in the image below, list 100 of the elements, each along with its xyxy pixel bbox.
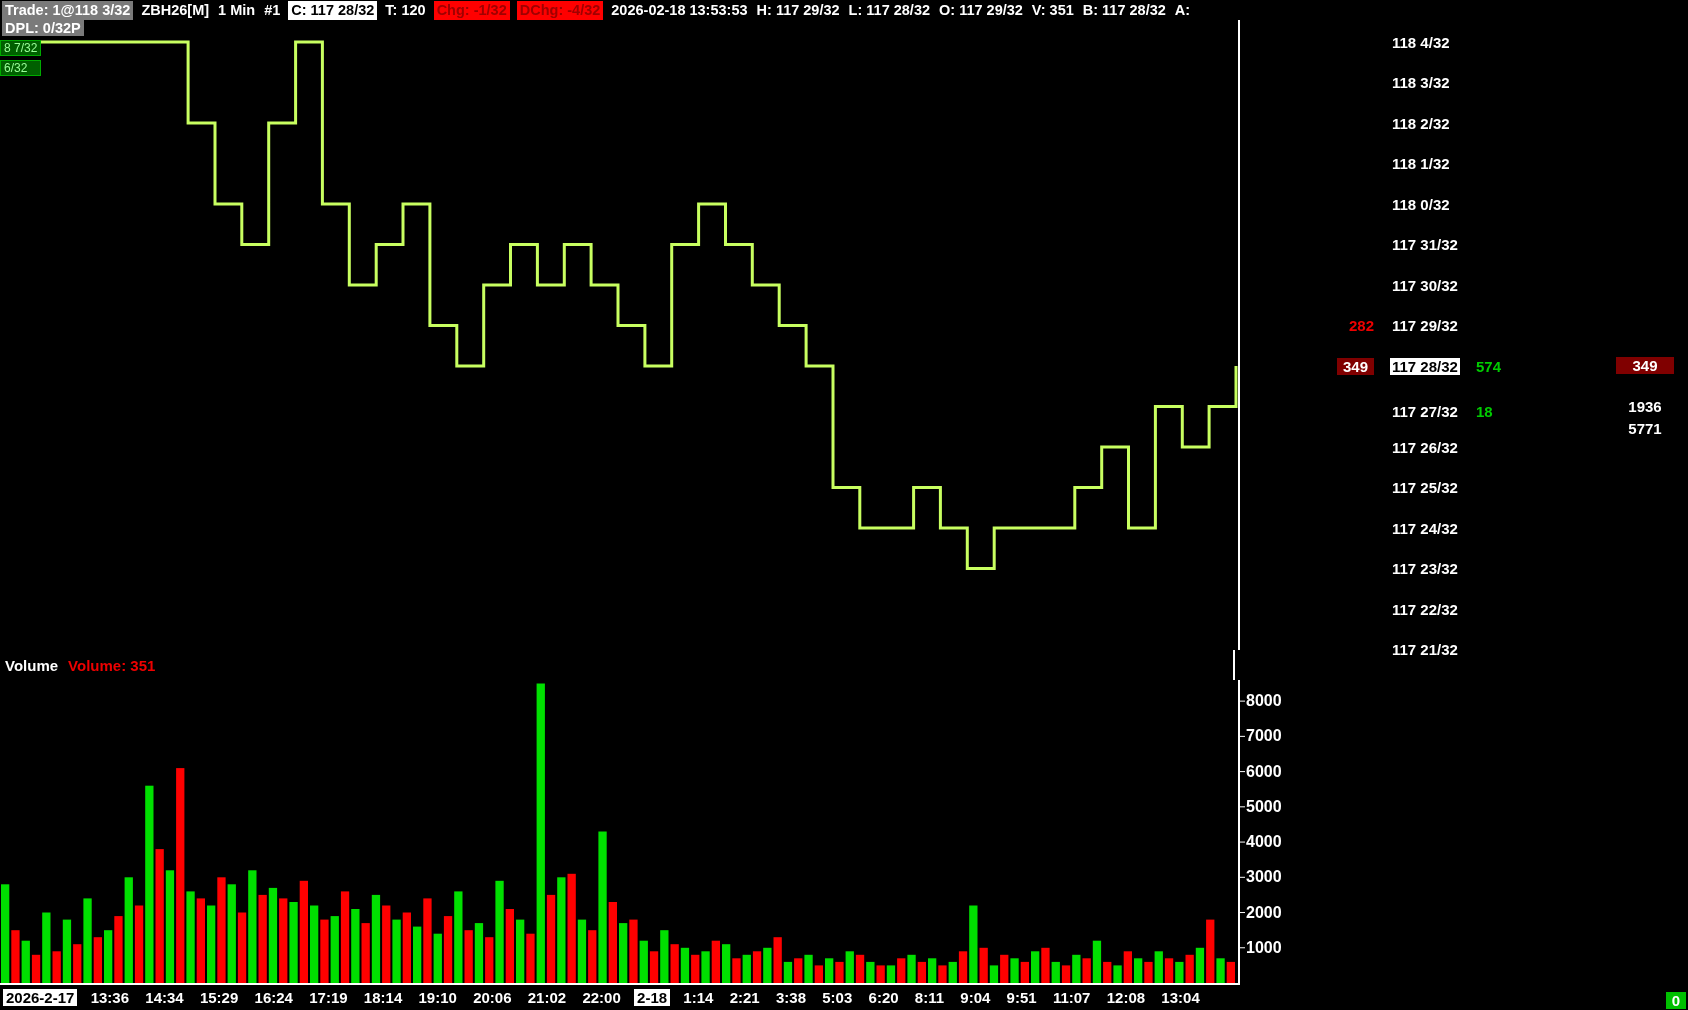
axis-label: 7000 [1246, 727, 1282, 746]
time-label: 20:06 [472, 989, 513, 1006]
volume-bar [907, 954, 916, 983]
header-field: ZBH26[M] [140, 0, 211, 20]
volume-bar [443, 916, 453, 983]
axis-label: 2000 [1246, 903, 1282, 922]
position-count: 0 [1665, 992, 1686, 1009]
volume-bar [320, 919, 329, 983]
price-label: 118 4/32 [1391, 33, 1451, 51]
header-field: 2026-02-18 13:53:53 [610, 0, 749, 20]
volume-bar [763, 947, 772, 983]
header-field: DPL: 0/32P [2, 20, 84, 36]
time-label: 14:34 [144, 989, 185, 1006]
price-label: 118 1/32 [1391, 155, 1451, 173]
time-label: 13:36 [89, 989, 131, 1006]
volume-bar [917, 961, 926, 983]
volume-bar [1031, 951, 1040, 983]
volume-total: 349 [1616, 357, 1674, 374]
volume-bar [742, 954, 751, 983]
time-label: 12:08 [1105, 989, 1147, 1006]
volume-bar [474, 923, 484, 983]
time-label: 21:02 [526, 989, 568, 1006]
time-label: 2:21 [728, 989, 761, 1006]
volume-bar [680, 947, 690, 983]
volume-bar [691, 954, 700, 983]
header-field: A: [1173, 0, 1192, 20]
time-label: 2026-2-17 [3, 989, 78, 1006]
time-label: 8:11 [913, 989, 946, 1006]
volume-bar [794, 958, 803, 983]
volume-bar [1164, 958, 1174, 983]
price-label: 117 23/32 [1391, 560, 1459, 578]
volume-bar [897, 958, 906, 983]
price-label: 118 2/32 [1391, 114, 1451, 132]
axis-label: 1000 [1246, 938, 1282, 957]
volume-bar [825, 958, 834, 983]
time-label: 11:07 [1051, 989, 1092, 1006]
volume-bar [701, 951, 710, 983]
time-label: 2-18 [634, 989, 671, 1006]
price-tag: 8 7/32 [0, 40, 42, 56]
volume-bar [1010, 958, 1019, 983]
volume-value: 574 [1475, 357, 1502, 375]
volume-total: 1936 [1628, 397, 1662, 415]
time-label: 22:00 [581, 989, 622, 1006]
volume-value: 18 [1475, 403, 1493, 420]
price-label: 117 24/32 [1391, 519, 1459, 537]
volume-bar [886, 965, 896, 983]
time-label: 1:14 [682, 989, 715, 1006]
volume-bar [876, 965, 885, 983]
header-field: Chg: -1/32 [433, 0, 510, 20]
pane-title: Volume [5, 656, 59, 674]
price-label: 117 27/32 [1391, 403, 1459, 420]
time-label: 5:03 [821, 989, 854, 1006]
volume-bar [928, 958, 937, 983]
volume-bar [330, 916, 339, 983]
price-label: 117 21/32 [1391, 641, 1459, 659]
price-label: 117 28/32 [1390, 357, 1460, 375]
header-field: O: 117 29/32 [938, 0, 1024, 20]
price-tag: 6/32 [0, 60, 42, 76]
time-label: 9:51 [1005, 989, 1038, 1006]
time-label: 13:04 [1160, 989, 1201, 1006]
volume-reading: Volume: 351 [68, 656, 156, 674]
axis-label: 4000 [1246, 833, 1282, 852]
time-label: 17:19 [308, 989, 349, 1006]
volume-bar [1226, 961, 1235, 983]
header-field: T: 120 [384, 0, 427, 20]
time-label: 16:24 [253, 989, 294, 1006]
time-label: 3:38 [774, 989, 807, 1006]
volume-bar [752, 951, 762, 983]
volume-value: 282 [1348, 317, 1374, 335]
price-label: 117 29/32 [1391, 317, 1459, 335]
price-label: 117 22/32 [1391, 600, 1459, 618]
header-field: V: 351 [1030, 0, 1075, 20]
price-label: 117 30/32 [1391, 276, 1459, 294]
price-label: 117 31/32 [1391, 236, 1459, 254]
axis-label: 6000 [1246, 762, 1282, 781]
volume-bar [711, 940, 720, 983]
volume-value: 349 [1336, 357, 1374, 375]
price-label: 117 26/32 [1391, 438, 1459, 456]
price-label: 118 0/32 [1391, 195, 1451, 213]
header-field: Trade: 1@118 3/32 [2, 0, 134, 20]
time-label: 18:14 [362, 989, 404, 1006]
volume-bar [619, 923, 628, 983]
header-field: #1 [263, 0, 282, 20]
time-label: 9:04 [959, 989, 992, 1006]
volume-bar [392, 919, 401, 983]
volume-bar [855, 954, 865, 983]
volume-bar [1020, 961, 1029, 983]
header-field: B: 117 28/32 [1081, 0, 1167, 20]
header-field: L: 117 28/32 [847, 0, 931, 20]
header-field: DChg: -4/32 [516, 0, 604, 20]
volume-bar [1134, 958, 1143, 983]
header-field: 1 Min [217, 0, 257, 20]
time-label: 15:29 [198, 989, 240, 1006]
volume-bar [670, 944, 679, 983]
volume-bar [1185, 954, 1194, 983]
time-label: 6:20 [867, 989, 900, 1006]
volume-bar [938, 965, 947, 983]
price-label: 117 25/32 [1391, 479, 1459, 497]
volume-bar [516, 919, 525, 983]
time-label: 19:10 [417, 989, 458, 1006]
